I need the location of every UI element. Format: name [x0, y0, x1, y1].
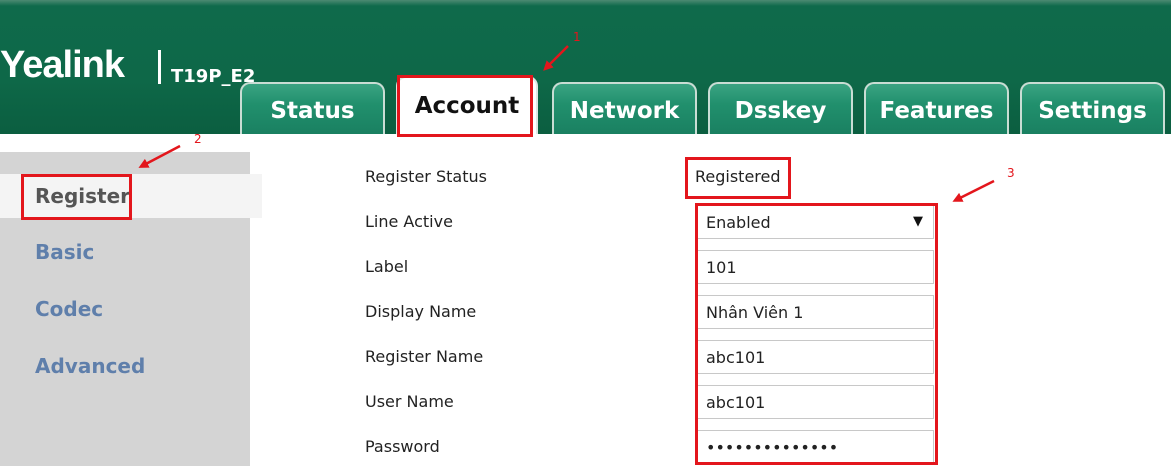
register-status-label: Register Status: [365, 167, 487, 186]
sidebar-item-advanced[interactable]: Advanced: [0, 344, 262, 388]
sidebar-item-codec[interactable]: Codec: [0, 287, 262, 331]
password-input[interactable]: ••••••••••••••: [697, 430, 934, 464]
display-name-label: Display Name: [365, 302, 477, 321]
label-input[interactable]: 101: [697, 250, 934, 284]
tab-network[interactable]: Network: [552, 82, 697, 134]
line-active-label: Line Active: [365, 212, 453, 231]
annotation-number-2: 2: [194, 132, 202, 146]
annotation-number-1: 1: [573, 30, 581, 44]
register-status-value: Registered: [695, 167, 781, 186]
password-label: Password: [365, 437, 440, 456]
tab-dsskey[interactable]: Dsskey: [708, 82, 853, 134]
logo-divider: [158, 50, 161, 84]
annotation-number-3: 3: [1007, 166, 1015, 180]
tab-settings[interactable]: Settings: [1020, 82, 1165, 134]
sidebar-item-register[interactable]: Register: [0, 174, 262, 218]
user-name-label: User Name: [365, 392, 454, 411]
sidebar-item-basic[interactable]: Basic: [0, 230, 262, 274]
top-header: Yealink T19P_E2 Status Account Network D…: [0, 0, 1171, 134]
register-name-label: Register Name: [365, 347, 484, 366]
register-name-input[interactable]: abc101: [697, 340, 934, 374]
tab-status[interactable]: Status: [240, 82, 385, 134]
chevron-down-icon: ▼: [913, 214, 923, 229]
line-active-value: Enabled: [706, 212, 771, 232]
user-name-input[interactable]: abc101: [697, 385, 934, 419]
yealink-logo: Yealink: [0, 44, 125, 86]
tab-account[interactable]: Account: [396, 76, 538, 134]
line-active-select[interactable]: Enabled ▼: [697, 205, 934, 239]
label-label: Label: [365, 257, 409, 276]
tab-features[interactable]: Features: [864, 82, 1009, 134]
display-name-input[interactable]: Nhân Viên 1: [697, 295, 934, 329]
